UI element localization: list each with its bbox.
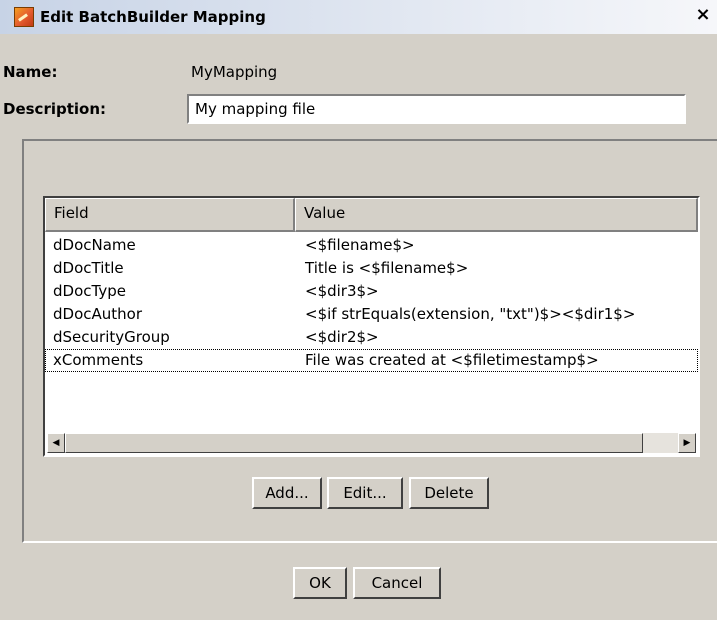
description-field[interactable] bbox=[187, 94, 686, 124]
cell-value: File was created at <$filetimestamp$> bbox=[305, 351, 599, 369]
ok-button[interactable]: OK bbox=[293, 567, 347, 599]
cell-field: dDocType bbox=[53, 282, 126, 300]
table-row-selected[interactable]: xComments File was created at <$filetime… bbox=[45, 349, 698, 372]
cell-field: dDocTitle bbox=[53, 259, 124, 277]
cell-value: Title is <$filename$> bbox=[305, 259, 469, 277]
scroll-left-icon[interactable]: ◀ bbox=[47, 433, 65, 453]
batchbuilder-icon bbox=[14, 7, 34, 27]
edit-button[interactable]: Edit... bbox=[327, 477, 403, 509]
add-button[interactable]: Add... bbox=[252, 477, 322, 509]
scrollbar-thumb[interactable] bbox=[65, 433, 643, 453]
cell-field: xComments bbox=[53, 351, 144, 369]
cell-field: dDocName bbox=[53, 236, 136, 254]
table-row[interactable]: dSecurityGroup <$dir2$> bbox=[45, 326, 698, 349]
scroll-right-icon[interactable]: ▶ bbox=[678, 433, 696, 453]
name-value: MyMapping bbox=[191, 63, 278, 81]
name-label: Name: bbox=[3, 63, 58, 81]
cell-field: dSecurityGroup bbox=[53, 328, 170, 346]
table-row[interactable]: dDocType <$dir3$> bbox=[45, 280, 698, 303]
close-icon[interactable]: × bbox=[695, 6, 711, 24]
window-title: Edit BatchBuilder Mapping bbox=[40, 8, 266, 26]
description-label: Description: bbox=[3, 100, 107, 118]
delete-button[interactable]: Delete bbox=[409, 477, 489, 509]
table-row[interactable]: dDocName <$filename$> bbox=[45, 234, 698, 257]
column-header-field[interactable]: Field bbox=[45, 198, 295, 232]
table-body: dDocName <$filename$> dDocTitle Title is… bbox=[45, 234, 698, 372]
cancel-button[interactable]: Cancel bbox=[353, 567, 441, 599]
title-bar: Edit BatchBuilder Mapping × bbox=[0, 0, 717, 34]
cell-value: <$if strEquals(extension, "txt")$><$dir1… bbox=[305, 305, 636, 323]
cell-value: <$dir3$> bbox=[305, 282, 379, 300]
column-header-value[interactable]: Value bbox=[295, 198, 698, 232]
table-row[interactable]: dDocAuthor <$if strEquals(extension, "tx… bbox=[45, 303, 698, 326]
cell-value: <$dir2$> bbox=[305, 328, 379, 346]
table-header: Field Value bbox=[45, 198, 698, 232]
mapping-table: Field Value dDocName <$filename$> dDocTi… bbox=[43, 196, 700, 457]
cell-value: <$filename$> bbox=[305, 236, 415, 254]
table-row[interactable]: dDocTitle Title is <$filename$> bbox=[45, 257, 698, 280]
cell-field: dDocAuthor bbox=[53, 305, 142, 323]
horizontal-scrollbar[interactable]: ◀ ▶ bbox=[47, 433, 696, 453]
